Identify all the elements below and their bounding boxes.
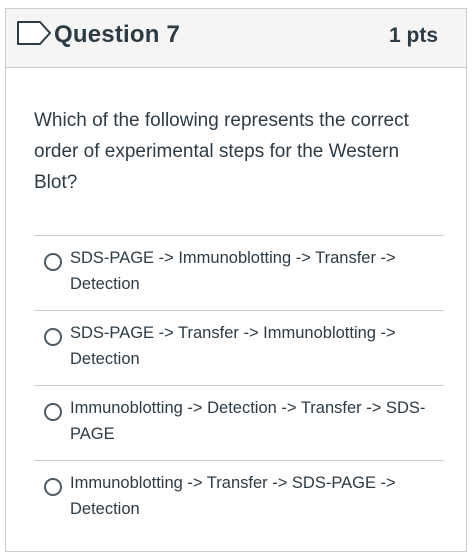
answer-list: SDS-PAGE -> Immunoblotting -> Transfer -… (34, 235, 444, 535)
answer-label[interactable]: SDS-PAGE -> Immunoblotting -> Transfer -… (70, 245, 430, 297)
question-points: 1 pts (388, 24, 438, 47)
answer-label[interactable]: Immunoblotting -> Detection -> Transfer … (70, 395, 430, 447)
radio-button[interactable] (44, 403, 62, 421)
answer-option[interactable]: SDS-PAGE -> Transfer -> Immunoblotting -… (34, 310, 444, 385)
answer-option[interactable]: SDS-PAGE -> Immunoblotting -> Transfer -… (34, 235, 444, 310)
answer-label[interactable]: Immunoblotting -> Transfer -> SDS-PAGE -… (70, 470, 430, 522)
answer-option[interactable]: Immunoblotting -> Detection -> Transfer … (34, 385, 444, 460)
question-card: Question 7 1 pts Which of the following … (5, 8, 467, 552)
radio-button[interactable] (44, 328, 62, 346)
answer-option[interactable]: Immunoblotting -> Transfer -> SDS-PAGE -… (34, 460, 444, 535)
answer-label[interactable]: SDS-PAGE -> Transfer -> Immunoblotting -… (70, 320, 430, 372)
flag-icon[interactable] (16, 20, 52, 46)
radio-button[interactable] (44, 253, 62, 271)
question-header: Question 7 1 pts (6, 9, 466, 68)
radio-button[interactable] (44, 478, 62, 496)
question-text: Which of the following represents the co… (34, 110, 409, 193)
question-title: Question 7 (54, 21, 181, 48)
